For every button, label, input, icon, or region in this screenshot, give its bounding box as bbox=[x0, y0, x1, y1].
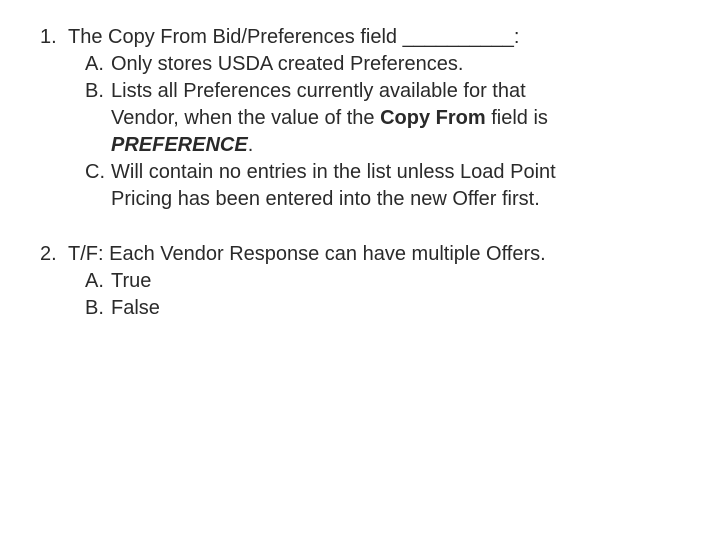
q2-b-letter: B. bbox=[85, 295, 111, 322]
q1-answer-a: A. Only stores USDA created Preferences. bbox=[85, 51, 680, 78]
q1-stem: 1. The Copy From Bid/Preferences field _… bbox=[40, 24, 680, 51]
q1-a-letter: A. bbox=[85, 51, 111, 78]
q2-a-text: True bbox=[111, 268, 680, 295]
q1-b-body: Lists all Preferences currently availabl… bbox=[111, 78, 680, 159]
q1-blank: __________ bbox=[403, 26, 514, 48]
q1-b-line2-pre: Vendor, when the value of the bbox=[111, 107, 380, 129]
q1-b-preference: PREFERENCE bbox=[111, 134, 248, 156]
q1-b-copy-from: Copy From bbox=[380, 107, 486, 129]
q1-stem-post: : bbox=[514, 26, 520, 48]
q2-number: 2. bbox=[40, 241, 68, 268]
q1-c-letter: C. bbox=[85, 159, 111, 186]
q1-b-line2-post: field is bbox=[486, 107, 548, 129]
q2-answer-a: A. True bbox=[85, 268, 680, 295]
q1-b-line1: Lists all Preferences currently availabl… bbox=[111, 80, 526, 102]
q1-stem-text: The Copy From Bid/Preferences field ____… bbox=[68, 24, 519, 51]
q1-stem-pre: The Copy From Bid/Preferences field bbox=[68, 26, 403, 48]
q2-answers: A. True B. False bbox=[40, 268, 680, 322]
q2-a-letter: A. bbox=[85, 268, 111, 295]
q1-answer-b: B. Lists all Preferences currently avail… bbox=[85, 78, 680, 159]
q1-a-text: Only stores USDA created Preferences. bbox=[111, 51, 680, 78]
q1-b-line3-post: . bbox=[248, 134, 254, 156]
question-1: 1. The Copy From Bid/Preferences field _… bbox=[40, 24, 680, 213]
q1-c-body: Will contain no entries in the list unle… bbox=[111, 159, 680, 213]
q1-b-letter: B. bbox=[85, 78, 111, 105]
q2-stem-text: T/F: Each Vendor Response can have multi… bbox=[68, 241, 546, 268]
q2-b-text: False bbox=[111, 295, 680, 322]
q1-c-line1: Will contain no entries in the list unle… bbox=[111, 161, 556, 183]
q2-stem: 2. T/F: Each Vendor Response can have mu… bbox=[40, 241, 680, 268]
q2-answer-b: B. False bbox=[85, 295, 680, 322]
q1-number: 1. bbox=[40, 24, 68, 51]
q1-c-line2: Pricing has been entered into the new Of… bbox=[111, 188, 540, 210]
question-2: 2. T/F: Each Vendor Response can have mu… bbox=[40, 241, 680, 322]
quiz-page: 1. The Copy From Bid/Preferences field _… bbox=[0, 0, 720, 322]
q1-answers: A. Only stores USDA created Preferences.… bbox=[40, 51, 680, 213]
q1-answer-c: C. Will contain no entries in the list u… bbox=[85, 159, 680, 213]
